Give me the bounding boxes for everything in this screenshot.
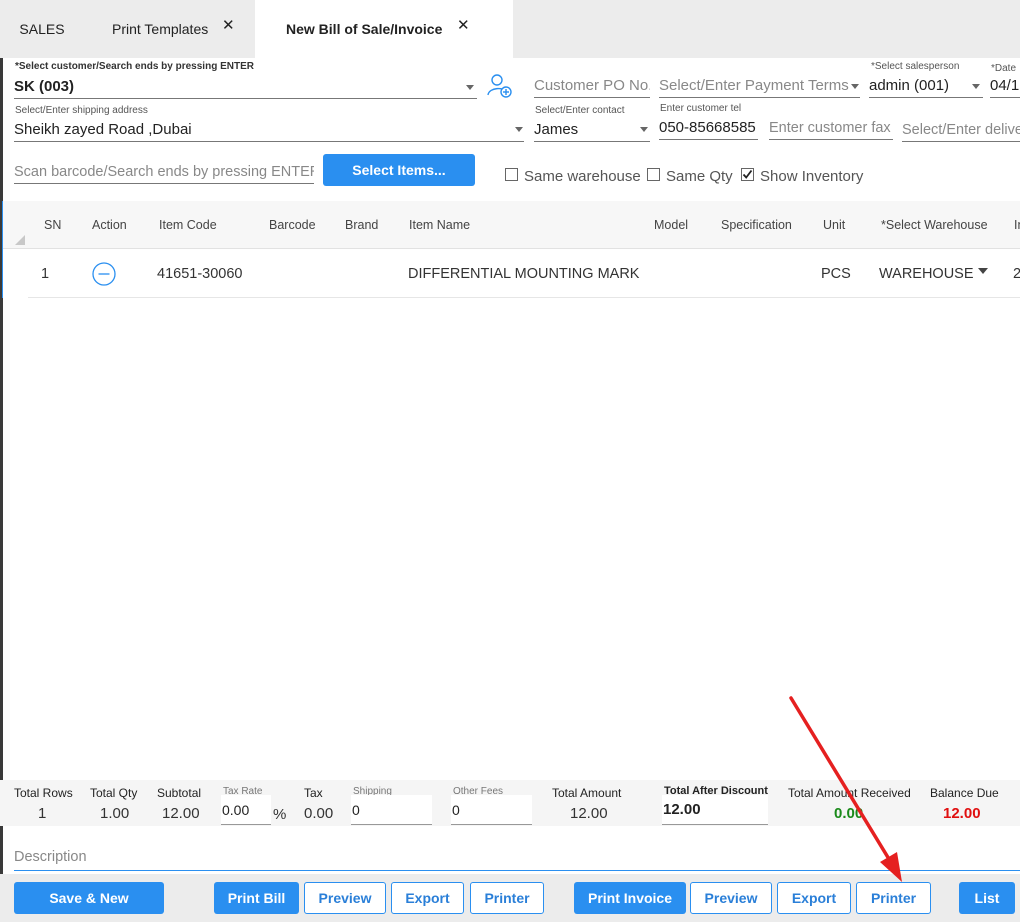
tab-bar: SALES Print Templates ✕ New Bill of Sale… — [0, 0, 1020, 58]
resize-corner-icon — [15, 235, 25, 245]
same-warehouse-checkbox[interactable] — [505, 168, 518, 181]
tab-print-templates[interactable]: Print Templates — [112, 0, 232, 58]
col-sn: SN — [44, 218, 62, 232]
customer-select[interactable]: SK (003) — [14, 75, 477, 99]
cell-item-code: 41651-30060 — [157, 266, 243, 282]
chevron-down-icon[interactable] — [851, 84, 859, 89]
chevron-down-icon[interactable] — [978, 268, 988, 274]
description-input[interactable]: Description — [14, 845, 1020, 871]
export-bill-button[interactable]: Export — [391, 882, 464, 914]
select-items-button[interactable]: Select Items... — [323, 154, 475, 186]
tab-sales[interactable]: SALES — [0, 0, 84, 58]
col-unit: Unit — [823, 218, 846, 232]
tax-value: 0.00 — [304, 805, 334, 822]
contact-select[interactable]: James — [534, 118, 650, 142]
preview-invoice-button[interactable]: Preview — [690, 882, 772, 914]
show-inventory-label: Show Inventory — [760, 168, 864, 185]
customer-label: *Select customer/Search ends by pressing… — [15, 61, 254, 72]
tel-label: Enter customer tel — [660, 103, 742, 114]
table-header: SN Action Item Code Barcode Brand Item N… — [0, 201, 1020, 249]
balance-due-value: 12.00 — [943, 805, 981, 822]
chevron-down-icon[interactable] — [640, 127, 648, 132]
payment-terms-select[interactable]: Select/Enter Payment Terms — [659, 74, 860, 98]
contact-label: Select/Enter contact — [535, 105, 625, 116]
col-barcode: Barcode — [269, 218, 316, 232]
subtotal-label: Subtotal — [157, 786, 202, 800]
print-bill-button[interactable]: Print Bill — [214, 882, 299, 914]
close-icon[interactable]: ✕ — [457, 0, 470, 52]
check-icon — [742, 169, 753, 179]
preview-bill-button[interactable]: Preview — [304, 882, 386, 914]
col-brand: Brand — [345, 218, 379, 232]
tab-new-bill-of-sale[interactable]: New Bill of Sale/Invoice — [255, 0, 513, 58]
tax-label: Tax — [304, 786, 323, 800]
shipping-address-select[interactable]: Sheikh zayed Road ,Dubai — [14, 118, 524, 142]
delivery-select[interactable]: Select/Enter delive — [902, 118, 1020, 142]
col-item-name: Item Name — [409, 218, 471, 232]
list-button[interactable]: List — [959, 882, 1015, 914]
same-warehouse-label: Same warehouse — [524, 168, 641, 185]
total-rows-value: 1 — [38, 805, 47, 822]
date-label: *Date — [991, 63, 1017, 74]
col-inventory: In — [1014, 218, 1020, 232]
total-received-label: Total Amount Received — [788, 786, 911, 800]
salesperson-select[interactable]: admin (001) — [869, 74, 983, 98]
cell-inventory: 2 — [1013, 266, 1020, 282]
total-qty-value: 1.00 — [100, 805, 130, 822]
print-invoice-button[interactable]: Print Invoice — [574, 882, 686, 914]
subtotal-value: 12.00 — [162, 805, 200, 822]
shipping-input[interactable]: 0 — [351, 795, 432, 825]
customer-po-input[interactable]: Customer PO No. — [534, 74, 650, 98]
barcode-input[interactable]: Scan barcode/Search ends by pressing ENT… — [14, 160, 314, 184]
col-specification: Specification — [721, 218, 792, 232]
tax-rate-unit: % — [273, 806, 287, 823]
same-qty-checkbox[interactable] — [647, 168, 660, 181]
same-qty-label: Same Qty — [666, 168, 733, 185]
total-qty-label: Total Qty — [90, 786, 138, 800]
col-model: Model — [654, 218, 689, 232]
total-amount-label: Total Amount — [552, 786, 622, 800]
printer-bill-button[interactable]: Printer — [470, 882, 544, 914]
col-action: Action — [92, 218, 127, 232]
printer-invoice-button[interactable]: Printer — [856, 882, 931, 914]
save-new-button[interactable]: Save & New — [14, 882, 164, 914]
total-rows-label: Total Rows — [14, 786, 73, 800]
cell-item-name: DIFFERENTIAL MOUNTING MARK — [408, 266, 640, 282]
cell-unit: PCS — [821, 266, 851, 282]
chevron-down-icon[interactable] — [466, 85, 474, 90]
minus-circle-icon[interactable] — [92, 262, 116, 286]
balance-due-label: Balance Due — [930, 786, 999, 800]
salesperson-label: *Select salesperson — [871, 61, 960, 72]
tax-rate-input[interactable]: 0.00 — [221, 795, 271, 825]
total-after-discount-input[interactable]: 12.00 — [662, 795, 768, 825]
cell-warehouse[interactable]: WAREHOUSE — [879, 266, 974, 282]
chevron-down-icon[interactable] — [515, 127, 523, 132]
tel-input[interactable]: 050-85668585 — [659, 116, 758, 140]
col-select-warehouse: *Select Warehouse — [881, 218, 988, 232]
col-item-code: Item Code — [159, 218, 217, 232]
show-inventory-checkbox[interactable] — [741, 168, 754, 181]
total-received-value: 0.00 — [834, 805, 864, 822]
row-indicator — [2, 201, 3, 298]
cell-sn: 1 — [41, 266, 50, 282]
add-person-icon[interactable] — [486, 72, 514, 100]
close-icon[interactable]: ✕ — [222, 0, 235, 52]
shipping-address-label: Select/Enter shipping address — [15, 105, 148, 116]
chevron-down-icon[interactable] — [972, 84, 980, 89]
date-input[interactable]: 04/1 — [990, 74, 1020, 98]
total-amount-value: 12.00 — [570, 805, 608, 822]
other-fees-input[interactable]: 0 — [451, 795, 532, 825]
export-invoice-button[interactable]: Export — [777, 882, 851, 914]
fax-input[interactable]: Enter customer fax — [769, 116, 893, 140]
